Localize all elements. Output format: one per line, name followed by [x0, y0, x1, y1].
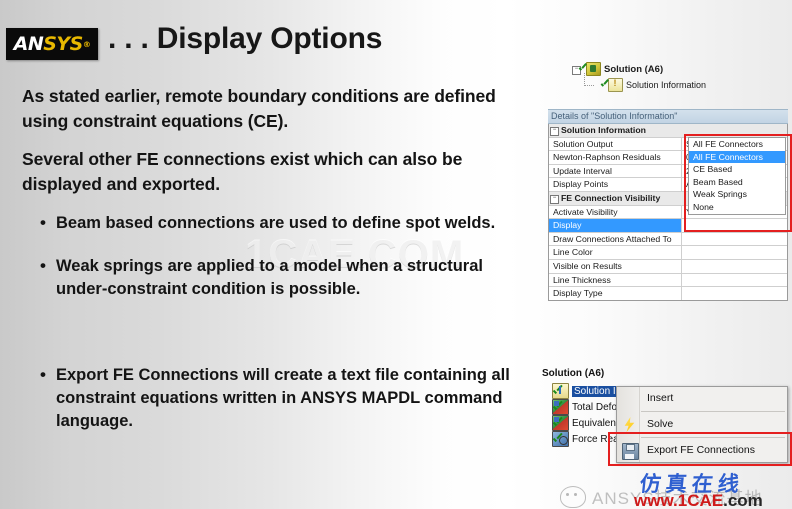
- table-row[interactable]: Line Thickness: [549, 273, 787, 288]
- menu-item-label: Solve: [647, 418, 674, 430]
- logo-text-sys: SYS: [43, 33, 83, 55]
- solve-lightning-icon: [624, 417, 635, 432]
- result-icon: [552, 415, 569, 431]
- dropdown-option[interactable]: Beam Based: [689, 176, 785, 189]
- menu-item-label: Export FE Connections: [647, 444, 755, 456]
- table-row[interactable]: Draw Connections Attached To: [549, 232, 787, 247]
- green-check-icon: [552, 434, 562, 445]
- menu-item-export-fe-connections[interactable]: Export FE Connections: [617, 439, 787, 462]
- watermark-url: www.1CAE.com: [634, 491, 763, 509]
- dropdown-option[interactable]: None: [689, 201, 785, 214]
- table-row[interactable]: Display Type: [549, 287, 787, 300]
- ansys-logo: AN SYS ®: [6, 28, 98, 60]
- watermark-bottom: ANSYS技术交流基地 仿真在线 www.1CAE.com: [556, 472, 792, 509]
- dropdown-option[interactable]: All FE Connectors: [689, 150, 785, 164]
- display-dropdown-list[interactable]: All FE Connectors All FE Connectors CE B…: [688, 137, 786, 215]
- property-name: Visible on Results: [549, 259, 682, 273]
- green-check-icon: [578, 64, 587, 74]
- paragraph-1: As stated earlier, remote boundary condi…: [22, 86, 496, 131]
- export-disk-icon: [622, 443, 639, 460]
- page-title: . . . Display Options: [108, 22, 383, 55]
- watermark-faint-text: ANSYS技术交流基地: [592, 489, 763, 508]
- green-check-icon: [552, 418, 562, 429]
- tree-item-label: Equivalen: [572, 417, 616, 429]
- list-item: Weak springs are applied to a model when…: [38, 254, 528, 301]
- property-name: Display Type: [549, 287, 682, 300]
- table-row[interactable]: Line Color: [549, 246, 787, 260]
- tree-item-label: Total Defo: [572, 401, 618, 413]
- bullet-list: Beam based connections are used to defin…: [38, 211, 528, 321]
- slide-canvas: 1CAE.COM AN SYS ® . . . Display Options As…: [0, 0, 792, 509]
- list-item: Export FE Connections will create a text…: [38, 363, 533, 433]
- details-header-bar: Details of "Solution Information": [548, 109, 788, 124]
- property-name: Display: [549, 219, 682, 232]
- outline-root-label: Solution (A6): [542, 368, 605, 379]
- property-name: Line Thickness: [549, 273, 682, 287]
- bullet-list-secondary: Export FE Connections will create a text…: [38, 363, 533, 453]
- dropdown-option[interactable]: CE Based: [689, 163, 785, 176]
- property-name: Draw Connections Attached To: [549, 232, 682, 246]
- tree-line-branch: [584, 85, 594, 87]
- outline-tree: − Solution (A6) Solution Information: [548, 62, 788, 104]
- list-item: Beam based connections are used to defin…: [38, 211, 528, 235]
- menu-separator: [641, 411, 785, 412]
- tree-item-label: Solution (A6): [604, 63, 664, 75]
- menu-item-insert[interactable]: Insert: [617, 387, 787, 410]
- table-row-selected[interactable]: Display: [549, 219, 787, 233]
- dropdown-current-value[interactable]: All FE Connectors: [689, 138, 785, 151]
- tree-item-label: Solution Information: [626, 80, 707, 90]
- green-check-icon: [552, 402, 562, 413]
- tree-item-solution-information[interactable]: Solution Information: [586, 78, 788, 92]
- green-check-icon: [600, 80, 609, 90]
- details-section-header[interactable]: − Solution Information: [549, 124, 787, 138]
- menu-separator: [641, 437, 785, 438]
- property-name: Solution Output: [549, 137, 682, 151]
- menu-item-solve[interactable]: Solve: [617, 413, 787, 436]
- logo-text-an: AN: [13, 33, 44, 55]
- watermark-url-red: www.1CAE: [634, 491, 724, 509]
- details-panel-screenshot: − Solution (A6) Solution Information Det…: [548, 62, 792, 301]
- green-check-icon: [552, 386, 562, 397]
- wechat-icon: [560, 486, 586, 508]
- solution-information-icon: [608, 78, 623, 92]
- solution-information-icon: [552, 383, 569, 399]
- paragraph-2: Several other FE connections exist which…: [22, 149, 463, 194]
- context-menu-screenshot: Solution (A6) Solution Inf Total Defo Eq…: [540, 368, 792, 478]
- section-collapse-icon[interactable]: −: [550, 126, 559, 136]
- dropdown-option[interactable]: Weak Springs: [689, 188, 785, 201]
- tree-item-label: Force Rea: [572, 433, 619, 445]
- watermark-url-black: .com: [723, 491, 763, 509]
- property-name: Display Points: [549, 178, 682, 191]
- property-name: Update Interval: [549, 164, 682, 178]
- section-collapse-icon[interactable]: −: [550, 194, 559, 204]
- property-name: Line Color: [549, 246, 682, 259]
- tree-item-solution[interactable]: Solution (A6): [586, 62, 788, 76]
- solution-icon: [586, 62, 601, 76]
- property-name: Newton-Raphson Residuals: [549, 151, 682, 164]
- logo-trademark: ®: [82, 39, 91, 49]
- table-row[interactable]: Visible on Results: [549, 259, 787, 274]
- context-menu[interactable]: Insert Solve Export FE Connections: [616, 386, 788, 463]
- property-name: Activate Visibility: [549, 205, 682, 219]
- section-label: − Solution Information: [549, 124, 787, 137]
- force-reaction-icon: [552, 431, 569, 447]
- result-icon: [552, 399, 569, 415]
